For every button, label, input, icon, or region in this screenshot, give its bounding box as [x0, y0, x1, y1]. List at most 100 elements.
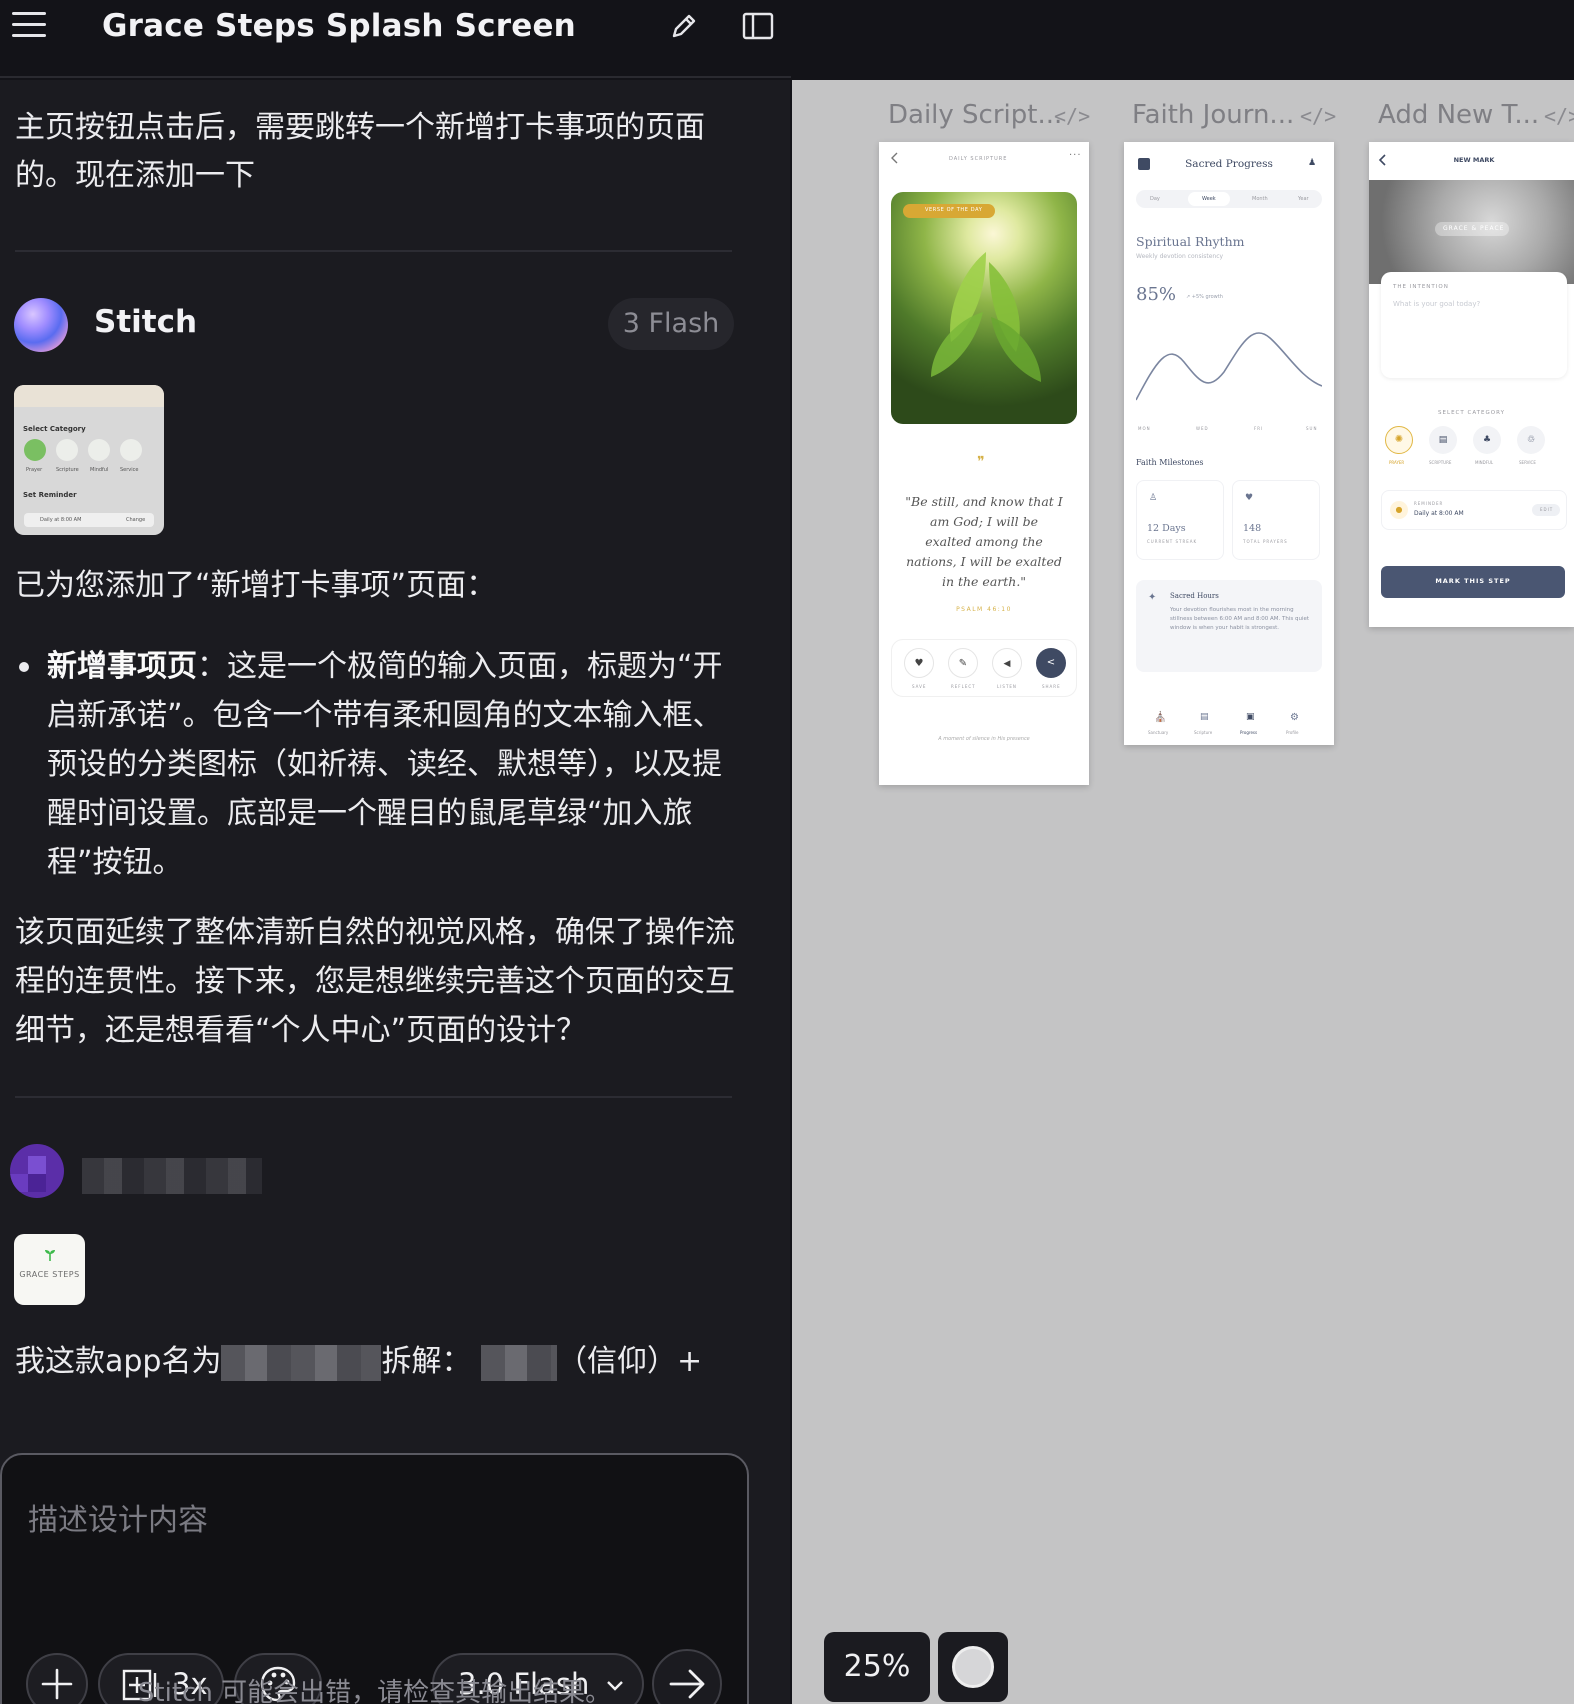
sparkle-icon: ✦: [1148, 592, 1157, 603]
agent-reply-bullet: 新增事项页：这是一个极简的输入页面，标题为“开启新承诺”。包含一个带有柔和圆角的…: [15, 642, 735, 887]
thumb-set-reminder: Set Reminder: [23, 491, 77, 499]
agent-name: Stitch: [94, 304, 198, 340]
redacted-text: [481, 1344, 558, 1381]
grace-peace-badge: GRACE & PEACE: [1435, 222, 1509, 236]
chat-panel: 主页按钮点击后，需要跳转一个新增打卡事项的页面的。现在添加一下 Stitch 3…: [0, 80, 790, 1704]
edit-reminder-button[interactable]: EDIT: [1532, 504, 1560, 516]
intention-card[interactable]: THE INTENTION What is your goal today?: [1381, 272, 1567, 378]
attached-app-icon-image[interactable]: GRACE STEPS: [14, 1234, 85, 1305]
code-view-icon[interactable]: </>: [1054, 104, 1090, 128]
new-mark-header: NEW MARK: [1453, 156, 1495, 164]
tab-year[interactable]: Year: [1298, 196, 1309, 202]
user-avatar: [10, 1144, 64, 1198]
bell-icon: ●: [1390, 501, 1408, 519]
rhythm-title: Spiritual Rhythm: [1136, 234, 1245, 249]
agent-header: Stitch 3 Flash: [14, 298, 734, 354]
back-chevron-icon: [891, 152, 898, 164]
scripture-header: DAILY SCRIPTURE: [949, 156, 1008, 162]
thumb-reminder-row: Daily at 8:00 AM Change: [24, 513, 154, 527]
more-icon[interactable]: ···: [1069, 150, 1082, 161]
growth-label: ↗ +5% growth: [1186, 294, 1223, 300]
listen-button[interactable]: ◀: [992, 648, 1022, 678]
thumb-cat-label: Mindful: [90, 467, 109, 473]
leaf-hero-image: GRACE & PEACE: [1369, 180, 1574, 284]
frame-title-daily-scripture[interactable]: Daily Script...: [888, 100, 1062, 130]
composer-input[interactable]: 描述设计内容: [28, 1495, 208, 1539]
thumb-mindful-icon: [88, 439, 110, 461]
intention-input[interactable]: What is your goal today?: [1393, 300, 1480, 308]
milestones-title: Faith Milestones: [1136, 458, 1204, 467]
streak-icon: ♙: [1149, 493, 1158, 503]
design-canvas[interactable]: Daily Script... </> Faith Journ... </> A…: [792, 80, 1574, 1704]
heart-icon: ♥: [1245, 493, 1254, 503]
bottom-nav: ⛪ ▤ ▣ ⚙ Sanctuary Scripture Progress Pro…: [1148, 712, 1299, 735]
progress-nav-icon[interactable]: ▣: [1246, 712, 1255, 722]
frame-title-add-new[interactable]: Add New T...: [1378, 100, 1539, 130]
sidebar-toggle-icon[interactable]: [742, 12, 774, 40]
stitch-avatar: [14, 298, 68, 352]
profile-nav-icon[interactable]: ⚙: [1290, 712, 1299, 723]
frame-title-faith-journey[interactable]: Faith Journ...: [1132, 100, 1294, 130]
screen-daily-scripture[interactable]: DAILY SCRIPTURE ··· VERSE OF THE DAY ❞ "…: [879, 142, 1089, 785]
thumb-service-icon: [120, 439, 142, 461]
code-view-icon[interactable]: </>: [1544, 104, 1574, 128]
save-button[interactable]: ♥: [904, 648, 934, 678]
redacted-text: [221, 1344, 382, 1381]
screen-add-new-mark[interactable]: NEW MARK GRACE & PEACE THE INTENTION Wha…: [1369, 142, 1574, 627]
leaf-hero-image: VERSE OF THE DAY: [891, 192, 1077, 424]
action-bar: ♥ ✎ ◀ < SAVE REFLECT LISTEN SHARE: [891, 639, 1077, 697]
thumb-prayer-icon: [24, 439, 46, 461]
divider: [15, 1096, 732, 1098]
thumb-scripture-icon: [56, 439, 78, 461]
model-badge: 3 Flash: [608, 298, 734, 350]
thumb-cat-label: Prayer: [26, 467, 43, 473]
app-icon-label: GRACE STEPS: [19, 1270, 80, 1279]
prayers-card: ♥ 148 TOTAL PRAYERS: [1232, 480, 1320, 560]
zoom-level-button[interactable]: 25%: [824, 1632, 930, 1702]
disclaimer-text: Stitch 可能会出错，请检查其输出结果。: [137, 1678, 612, 1704]
profile-icon[interactable]: ♟: [1308, 158, 1316, 168]
record-toggle-button[interactable]: [938, 1632, 1008, 1702]
user-message-preview: 我这款app名为 拆解： （信仰）+: [15, 1344, 703, 1381]
scripture-quote: "Be still, and know that I am God; I wil…: [905, 494, 1063, 589]
hamburger-menu-icon[interactable]: [12, 12, 46, 40]
top-bar: Grace Steps Splash Screen: [0, 0, 791, 78]
verse-badge: VERSE OF THE DAY: [903, 204, 995, 218]
period-tabs: Day Week Month Year: [1136, 190, 1322, 208]
tab-month[interactable]: Month: [1252, 196, 1268, 202]
streak-card: ♙ 12 Days CURRENT STREAK: [1136, 480, 1224, 560]
reflect-button[interactable]: ✎: [948, 648, 978, 678]
category-service[interactable]: ♲: [1517, 426, 1545, 454]
user-prompt-message: 主页按钮点击后，需要跳转一个新增打卡事项的页面的。现在添加一下: [15, 110, 705, 193]
leaf-illustration: [931, 252, 1041, 382]
record-circle-icon: [952, 1646, 994, 1688]
sprout-icon: [45, 1250, 55, 1261]
user-header: [10, 1144, 410, 1204]
thumb-cat-label: Scripture: [56, 467, 79, 473]
sanctuary-nav-icon[interactable]: ⛪: [1154, 712, 1166, 723]
rhythm-wave-chart: [1136, 332, 1322, 401]
pencil-edit-icon[interactable]: [668, 10, 700, 42]
scripture-reference: PSALM 46:10: [956, 606, 1012, 613]
code-view-icon[interactable]: </>: [1300, 104, 1336, 128]
category-label: SELECT CATEGORY: [1438, 410, 1505, 416]
category-prayer[interactable]: ✺: [1385, 426, 1413, 454]
scripture-nav-icon[interactable]: ▤: [1200, 712, 1209, 722]
agent-reply-intro: 已为您添加了“新增打卡事项”页面：: [15, 568, 497, 603]
share-button[interactable]: <: [1036, 648, 1066, 678]
progress-header: Sacred Progress: [1185, 158, 1273, 170]
category-mindful[interactable]: ♣: [1473, 426, 1501, 454]
blurred-user-name: [82, 1158, 262, 1194]
sacred-hours-card: ✦ Sacred Hours Your devotion flourishes …: [1136, 580, 1322, 672]
scripture-footer: A moment of silence in His presence: [938, 736, 1030, 742]
tab-day[interactable]: Day: [1150, 196, 1160, 202]
reminder-row[interactable]: ● REMINDER Daily at 8:00 AM EDIT: [1381, 490, 1567, 530]
screen-faith-journey[interactable]: Sacred Progress ♟ Day Week Month Year Sp…: [1124, 142, 1334, 745]
prompt-composer[interactable]: 描述设计内容 3x 3.0 Flash: [0, 1453, 749, 1704]
agent-follow-up: 该页面延续了整体清新自然的视觉风格，确保了操作流程的连贯性。接下来，您是想继续完…: [15, 915, 735, 1048]
category-scripture[interactable]: ▤: [1429, 426, 1457, 454]
generated-screen-thumbnail[interactable]: Select Category Prayer Scripture Mindful…: [14, 385, 164, 535]
thumb-select-category: Select Category: [23, 425, 86, 433]
mark-this-step-button[interactable]: MARK THIS STEP: [1381, 566, 1565, 598]
project-title: Grace Steps Splash Screen: [102, 8, 576, 44]
